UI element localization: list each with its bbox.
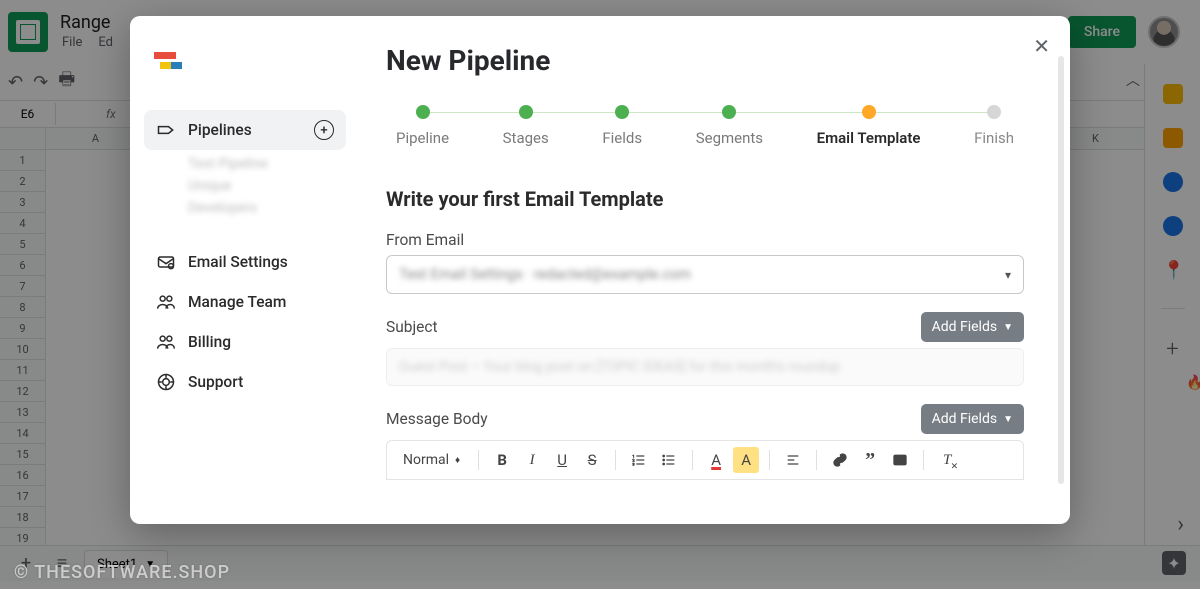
section-title: Write your first Email Template: [386, 187, 1024, 211]
sidebar-item-pipelines[interactable]: Pipelines +: [144, 110, 346, 150]
watermark: © THESOFTWARE.SHOP: [14, 562, 230, 583]
subject-label-row: Subject Add Fields▼: [386, 312, 1024, 342]
sidebar-item-billing[interactable]: Billing: [144, 322, 346, 362]
sidebar-sub-item[interactable]: Test Pipeline: [144, 156, 346, 172]
from-email-value: Test Email Settings · redacted@example.c…: [399, 266, 691, 283]
sidebar-label: Pipelines: [188, 121, 252, 139]
tag-icon: [156, 120, 176, 140]
body-label: Message Body: [386, 410, 488, 428]
subject-input[interactable]: Guest Post – Your blog post on [TOPIC ID…: [386, 348, 1024, 386]
modal-main: New Pipeline Pipeline Stages Fields Segm…: [360, 16, 1070, 524]
strikethrough-icon[interactable]: S: [579, 447, 605, 473]
format-select[interactable]: Normal♦: [395, 448, 468, 472]
add-fields-button-body[interactable]: Add Fields▼: [921, 404, 1024, 434]
app-logo: [154, 52, 182, 74]
subject-label: Subject: [386, 318, 438, 336]
sidebar-item-email-settings[interactable]: Email Settings: [144, 242, 346, 282]
sidebar-label: Email Settings: [188, 253, 288, 271]
editor-toolbar: Normal♦ B I U S 123 A A ” T✕: [386, 440, 1024, 480]
support-icon: [156, 372, 176, 392]
svg-text:3: 3: [632, 461, 634, 466]
from-email-select[interactable]: Test Email Settings · redacted@example.c…: [386, 255, 1024, 294]
unordered-list-icon[interactable]: [656, 447, 682, 473]
billing-icon: [156, 332, 176, 352]
sidebar-item-support[interactable]: Support: [144, 362, 346, 402]
align-icon[interactable]: [780, 447, 806, 473]
step-stages[interactable]: Stages: [503, 105, 549, 147]
chevron-down-icon: ▾: [1005, 268, 1011, 282]
step-email-template[interactable]: Email Template: [817, 105, 921, 147]
step-pipeline[interactable]: Pipeline: [396, 105, 449, 147]
modal-scrollbar[interactable]: [1058, 56, 1064, 484]
ordered-list-icon[interactable]: 123: [626, 447, 652, 473]
new-pipeline-modal: ✕ Pipelines + Test Pipeline Unique Devel…: [130, 16, 1070, 524]
sidebar-item-manage-team[interactable]: Manage Team: [144, 282, 346, 322]
clear-format-icon[interactable]: T✕: [934, 447, 960, 473]
modal-title: New Pipeline: [386, 44, 1024, 77]
step-fields[interactable]: Fields: [602, 105, 642, 147]
team-icon: [156, 292, 176, 312]
highlight-icon[interactable]: A: [733, 447, 759, 473]
from-email-label: From Email: [386, 231, 1024, 249]
add-fields-button[interactable]: Add Fields▼: [921, 312, 1024, 342]
step-segments[interactable]: Segments: [696, 105, 763, 147]
stepper: Pipeline Stages Fields Segments Email Te…: [386, 105, 1024, 147]
image-icon[interactable]: [887, 447, 913, 473]
sidebar-sub-item[interactable]: Unique: [144, 178, 346, 194]
italic-icon[interactable]: I: [519, 447, 545, 473]
body-label-row: Message Body Add Fields▼: [386, 404, 1024, 434]
close-icon[interactable]: ✕: [1033, 34, 1050, 58]
modal-sidebar: Pipelines + Test Pipeline Unique Develop…: [130, 16, 360, 524]
link-icon[interactable]: [827, 447, 853, 473]
sidebar-sub-item[interactable]: Developers: [144, 200, 346, 216]
sidebar-label: Support: [188, 373, 243, 391]
underline-icon[interactable]: U: [549, 447, 575, 473]
sidebar-label: Manage Team: [188, 293, 286, 311]
add-pipeline-icon[interactable]: +: [314, 120, 334, 140]
text-color-icon[interactable]: A: [703, 447, 729, 473]
quote-icon[interactable]: ”: [857, 447, 883, 473]
mail-gear-icon: [156, 252, 176, 272]
step-finish[interactable]: Finish: [974, 105, 1014, 147]
bold-icon[interactable]: B: [489, 447, 515, 473]
sidebar-label: Billing: [188, 333, 231, 351]
